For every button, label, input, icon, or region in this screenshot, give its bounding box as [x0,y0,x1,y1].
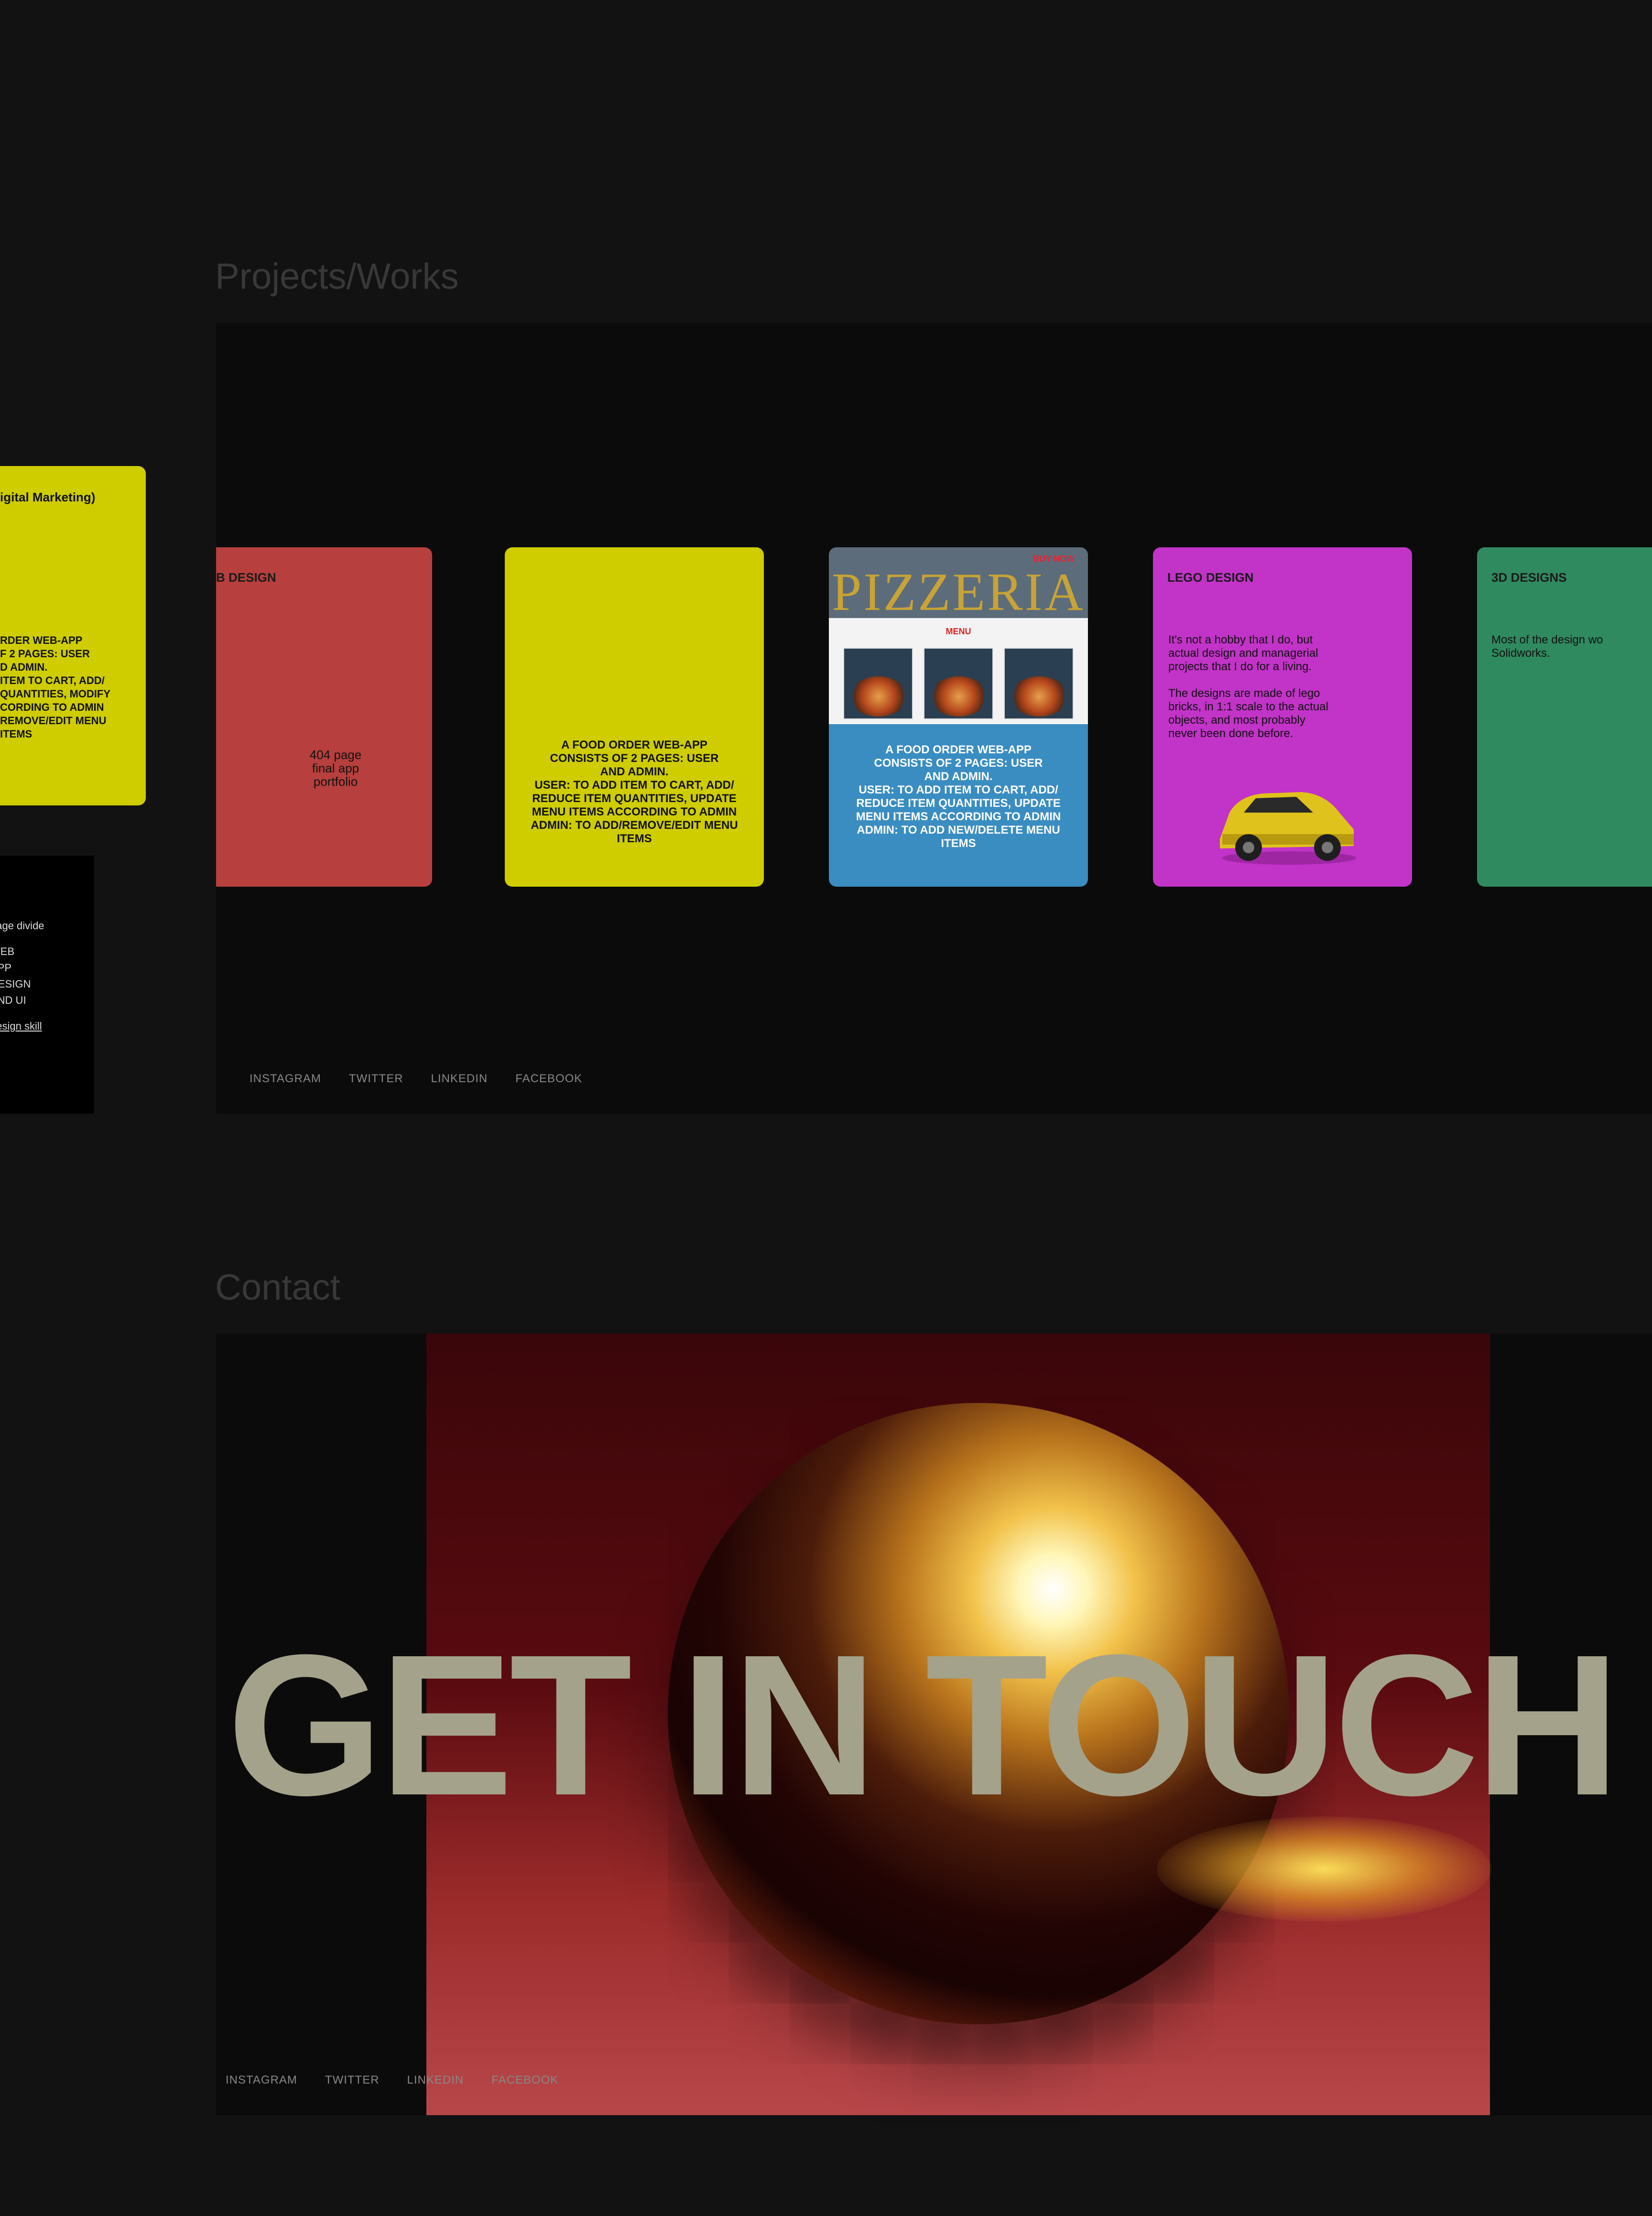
facebook-link[interactable]: FACEBOOK [515,1072,582,1086]
project-card-desc: A FOOD ORDER WEB-APP CONSISTS OF 2 PAGES… [856,743,1061,850]
pizzeria-menu-preview: MENU [829,618,1088,724]
linkedin-link[interactable]: LINKEDIN [407,2074,464,2087]
linkedin-link[interactable]: LINKEDIN [431,1072,488,1086]
lego-car-image [1220,792,1356,865]
project-card-lego-design[interactable]: LEGO DESIGN It's not a hobby that I do, … [1153,547,1412,887]
projects-carousel[interactable]: B DESIGN 404 page final app portfolio A … [216,323,1652,1114]
projects-social-links: INSTAGRAM TWITTER LINKEDIN FACEBOOK [250,1072,582,1086]
black-panel-line: page divide [0,920,44,932]
project-card-title: LEGO DESIGN [1167,570,1254,585]
twitter-link[interactable]: TWITTER [325,2074,380,2087]
projects-section-title: Projects/Works [215,256,459,297]
project-card-title: B DESIGN [216,570,276,585]
black-panel-line: WEB [0,945,15,957]
pizzeria-badge: BUY NOW [1033,554,1075,564]
project-card-desc: 404 page final app portfolio [309,748,362,789]
project-card-3d-designs[interactable]: 3D DESIGNS Most of the design wo Solidwo… [1477,547,1652,887]
pizza-thumbnail [843,648,913,719]
instagram-link[interactable]: INSTAGRAM [250,1072,321,1086]
black-panel-line: AND UI [0,994,26,1006]
contact-social-links: INSTAGRAM TWITTER LINKEDIN FACEBOOK [226,2074,558,2087]
twitter-link[interactable]: TWITTER [349,1072,403,1086]
left-yellow-card-title: igital Marketing) [0,490,96,504]
menu-label: MENU [946,627,971,636]
project-card-desc: It's not a hobby that I do, but actual d… [1168,633,1328,740]
pizzeria-header: PIZZERIA BUY NOW [829,547,1088,622]
black-panel-line [0,934,85,944]
project-card-desc: A FOOD ORDER WEB-APP CONSISTS OF 2 PAGES… [531,739,738,845]
instagram-link[interactable]: INSTAGRAM [226,2074,297,2087]
project-card-pizzeria[interactable]: PIZZERIA BUY NOW MENU A FOOD ORDER WEB-A… [829,547,1088,887]
left-black-info-panel: page divide WEB APP DESIGN AND UI design… [0,856,94,1114]
pizza-thumbnail [924,648,993,719]
black-panel-line: DESIGN [0,978,31,990]
black-panel-line: APP [0,962,12,974]
design-skill-link[interactable]: design skill [0,1018,85,1034]
project-card-food-order[interactable]: A FOOD ORDER WEB-APP CONSISTS OF 2 PAGES… [505,547,764,887]
facebook-link[interactable]: FACEBOOK [491,2074,558,2087]
pizzeria-logo: PIZZERIA [832,563,1085,622]
contact-section-title: Contact [215,1267,340,1308]
project-card-desc: Most of the design wo Solidworks. [1491,633,1603,660]
get-in-touch-headline[interactable]: GET IN TOUCH [227,1625,1620,1826]
project-card-web-design[interactable]: B DESIGN 404 page final app portfolio [216,547,432,887]
project-card-title: 3D DESIGNS [1491,570,1567,585]
pizza-thumbnail [1004,648,1074,719]
left-yellow-card-desc: RDER WEB-APP F 2 PAGES: USER D ADMIN. IT… [0,634,110,740]
left-yellow-project-card[interactable]: igital Marketing) RDER WEB-APP F 2 PAGES… [0,466,146,805]
